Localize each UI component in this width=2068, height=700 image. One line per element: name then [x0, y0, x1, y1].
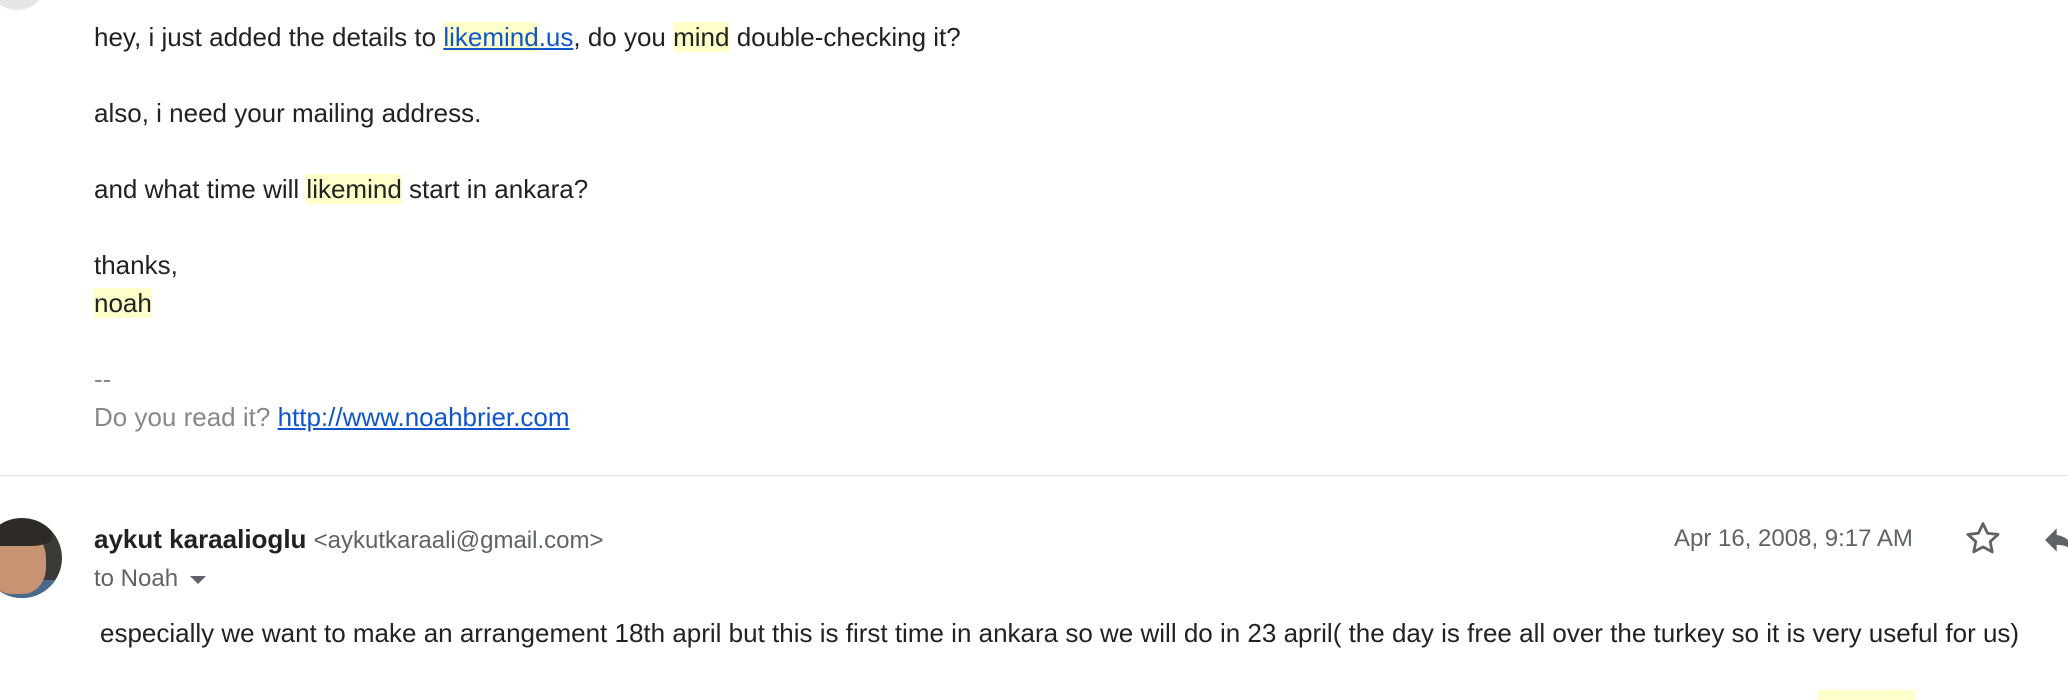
likemind-link[interactable]: likemind.us [443, 22, 573, 52]
link-highlighted-text: likemind [443, 22, 539, 52]
sender-line: aykut karaalioglu <aykutkaraali@gmail.co… [94, 522, 603, 558]
body-text: , do you [573, 22, 674, 52]
recipient-dropdown[interactable]: to Noah [94, 562, 207, 596]
signoff-text: thanks, [94, 250, 178, 280]
link-text: .us [538, 22, 574, 52]
body-text: and what time will [94, 174, 307, 204]
highlighted-name: noah [94, 288, 152, 318]
reply-icon[interactable] [2040, 520, 2068, 560]
previous-avatar-fragment [0, 0, 48, 10]
avatar[interactable] [0, 518, 62, 598]
body-text: hey, i just added the details to [94, 22, 444, 52]
sender-name[interactable]: aykut karaalioglu [94, 524, 306, 554]
message-date: Apr 16, 2008, 9:17 AM [1674, 525, 1913, 552]
signature-text: Do you read it? [94, 402, 278, 432]
body-text: start in ankara? [401, 174, 589, 204]
chevron-down-icon[interactable] [190, 575, 207, 584]
signature-name: noah [94, 286, 152, 320]
highlight-fragment [1818, 690, 1916, 700]
body-line-address: also, i need your mailing address. [94, 98, 482, 128]
signature-separator: -- [94, 364, 112, 394]
body-line-details: hey, i just added the details to likemin… [94, 20, 961, 54]
body-text: double-checking it? [729, 22, 961, 52]
recipient-label: to Noah [94, 565, 179, 592]
star-icon[interactable] [1962, 518, 2004, 560]
message-body: especially we want to make an arrangemen… [100, 618, 2020, 648]
message-divider [0, 475, 2068, 476]
highlighted-word: mind [673, 22, 730, 52]
signature-line: Do you read it? http://www.noahbrier.com [94, 400, 569, 434]
highlighted-word: likemind [306, 174, 402, 204]
sender-email: <aykutkaraali@gmail.com> [313, 527, 604, 554]
body-line-time: and what time will likemind start in ank… [94, 172, 588, 206]
signature-link[interactable]: http://www.noahbrier.com [278, 402, 570, 432]
